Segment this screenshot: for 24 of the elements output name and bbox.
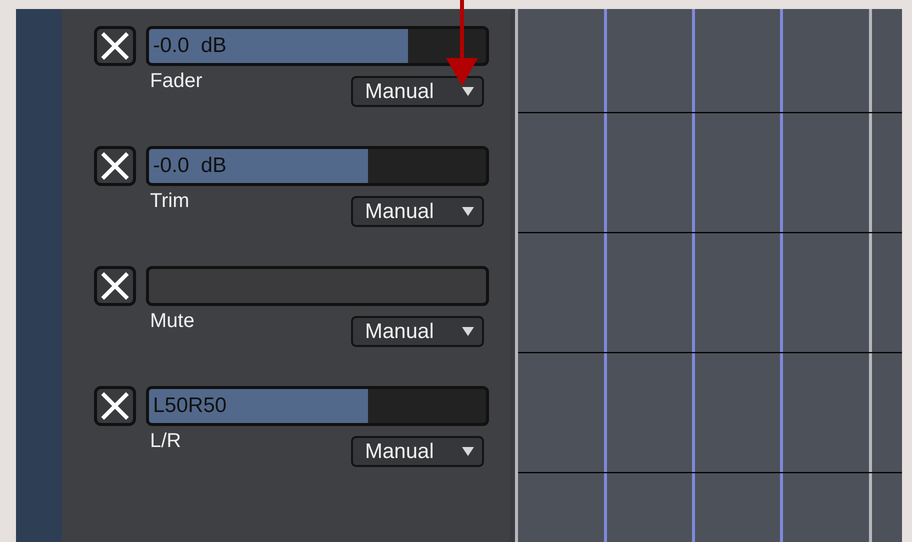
hide-lane-button[interactable]	[94, 266, 136, 306]
slider-value: -0.0 dB	[152, 34, 227, 58]
close-icon	[101, 32, 129, 60]
lane-label: Trim	[150, 190, 190, 213]
automation-mode-dropdown[interactable]: Manual	[351, 316, 484, 347]
automation-mode-dropdown[interactable]: Manual	[351, 436, 484, 467]
hide-lane-button[interactable]	[94, 26, 136, 66]
slider-value: -0.0 dB	[152, 154, 227, 178]
hide-lane-button[interactable]	[94, 386, 136, 426]
dropdown-arrow-icon	[462, 327, 474, 336]
automation-mode-dropdown[interactable]: Manual	[351, 196, 484, 227]
lane-label: L/R	[150, 430, 182, 453]
close-icon	[101, 272, 129, 300]
automation-mode-dropdown[interactable]: Manual	[351, 76, 484, 107]
close-icon	[101, 392, 129, 420]
dropdown-arrow-icon	[462, 447, 474, 456]
lane-label: Mute	[150, 310, 194, 333]
slider-value: L50R50	[152, 394, 227, 418]
hide-lane-button[interactable]	[94, 146, 136, 186]
dropdown-arrow-icon	[462, 207, 474, 216]
close-icon	[101, 152, 129, 180]
dropdown-arrow-icon	[462, 87, 474, 96]
toggle-bar[interactable]	[146, 266, 489, 306]
lane-label: Fader	[150, 70, 202, 93]
